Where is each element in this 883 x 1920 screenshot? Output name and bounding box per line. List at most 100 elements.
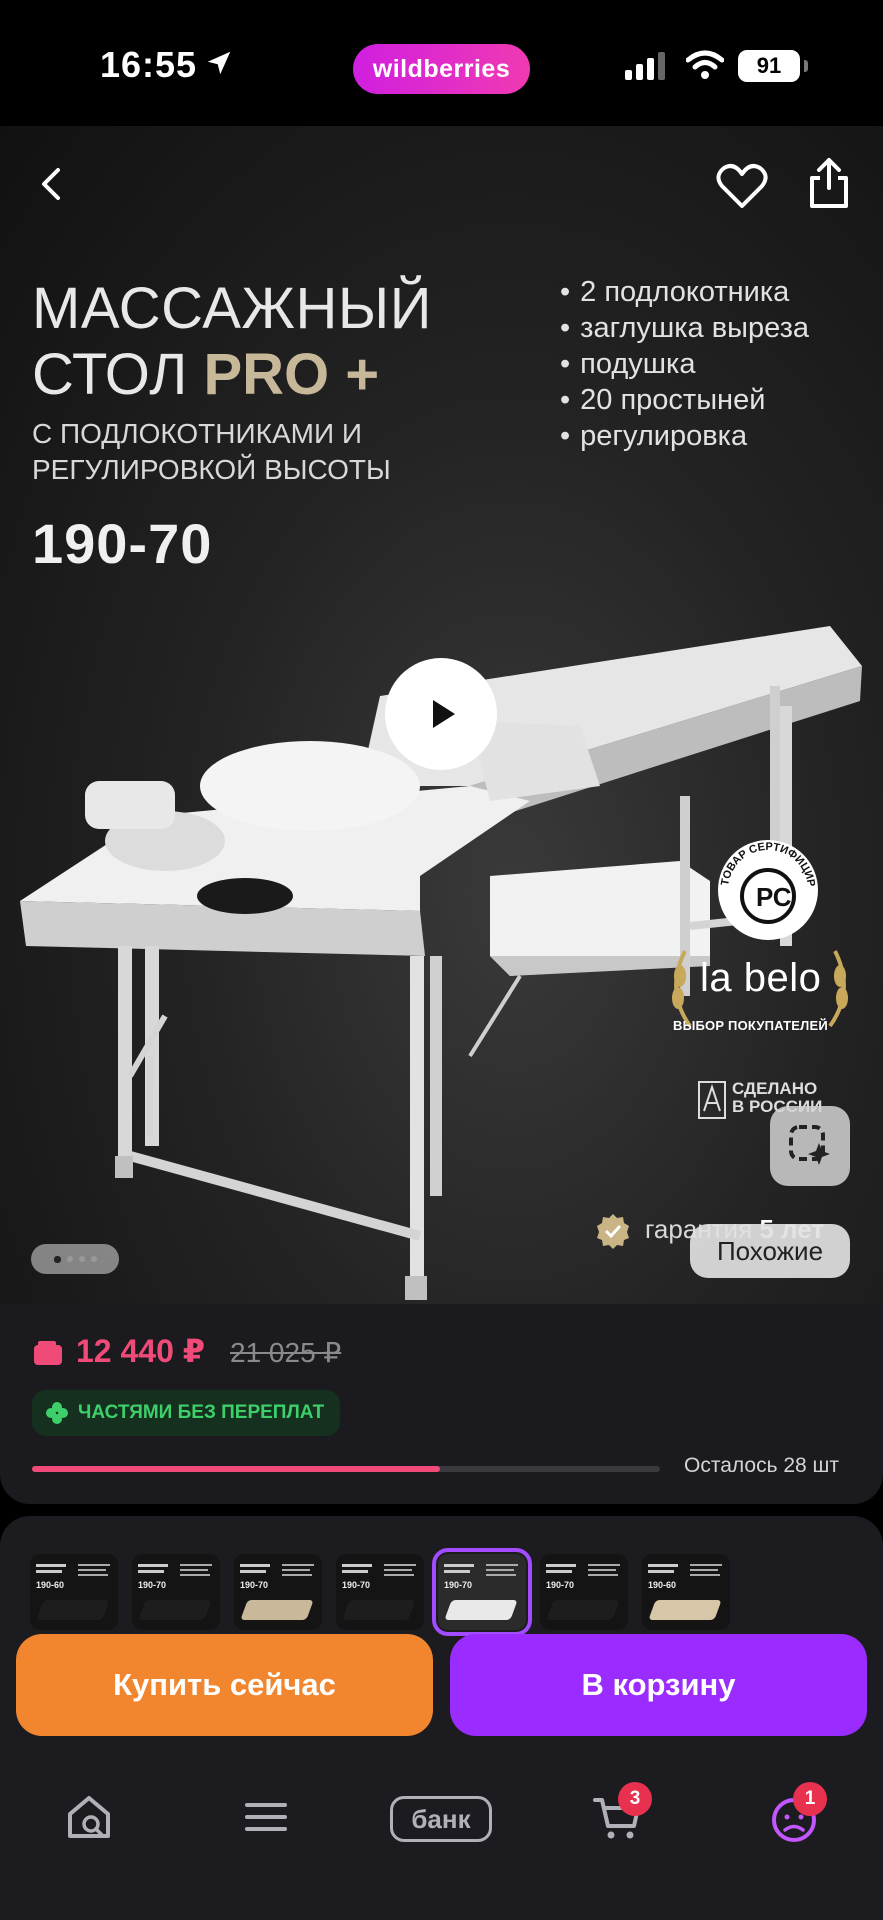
home-search-icon[interactable] [64,1792,114,1842]
thumb-text-line [588,1564,620,1566]
stock-progress-fill [32,1466,441,1472]
back-arrow-icon[interactable] [30,162,74,206]
feature-item: регулировка [560,418,809,454]
buy-now-label: Купить сейчас [113,1667,336,1702]
variant-thumbnail[interactable]: 190-60 [642,1554,730,1630]
installments-badge[interactable]: ЧАСТЯМИ БЕЗ ПЕРЕПЛАТ [32,1390,341,1436]
variant-thumbnail[interactable]: 190-60 [30,1554,118,1630]
thumb-text-line [282,1569,310,1571]
cart-badge: 3 [618,1782,652,1816]
installments-label: ЧАСТЯМИ БЕЗ ПЕРЕПЛАТ [78,1402,325,1423]
thumbnail-preview: 190-70 [336,1554,424,1630]
product-size: 190-70 [32,512,213,575]
feature-item: заглушка выреза [560,310,809,346]
price-card: 12 440 ₽ 21 025 ₽ ЧАСТЯМИ БЕЗ ПЕРЕПЛАТ О… [0,1304,883,1504]
feature-item: 2 подлокотника [560,274,809,310]
title-prefix: СТОЛ [32,342,188,407]
thumb-text-line [36,1570,62,1573]
gallery-dot [53,1255,61,1263]
location-arrow-icon [207,51,231,75]
product-subtitle: С ПОДЛОКОТНИКАМИ И РЕГУЛИРОВКОЙ ВЫСОТЫ [32,418,391,485]
current-price: 12 440 ₽ [76,1333,206,1369]
similar-button[interactable]: Похожие [690,1224,850,1278]
thumb-text-line [138,1564,168,1567]
thumb-size-label: 190-70 [138,1580,167,1590]
add-to-cart-button[interactable]: В корзину [450,1634,867,1736]
thumb-text-line [282,1564,314,1566]
guarantee-badge-icon [597,1214,629,1249]
thumb-text-line [648,1570,674,1573]
thumb-text-line [78,1564,110,1566]
brand-subtitle: ВЫБОР ПОКУПАТЕЛЕЙ [673,1018,828,1033]
thumb-table-shape [444,1600,518,1620]
thumb-text-line [282,1574,312,1576]
title-brand: PRO + [203,342,380,407]
battery-level: 91 [756,53,782,78]
thumb-table-shape [648,1600,722,1620]
thumb-text-line [138,1570,164,1573]
thumbnail-preview: 190-70 [234,1554,322,1630]
thumb-text-line [180,1564,212,1566]
variant-thumbnail[interactable]: 190-70 [234,1554,322,1630]
thumb-text-line [384,1569,412,1571]
feature-list: 2 подлокотника заглушка выреза подушка 2… [560,274,809,454]
variant-thumbnail[interactable]: 190-70 [132,1554,220,1630]
variant-thumbnail[interactable]: 190-70 [336,1554,424,1630]
bottom-panel: 190-60 190-70 190-70 190-70 190-70 190-70 190-… [0,1516,883,1920]
thumb-text-line [588,1569,616,1571]
thumb-size-label: 190-60 [648,1580,677,1590]
product-gallery[interactable]: МАССАЖНЫЙ СТОЛ PRO + С ПОДЛОКОТНИКАМИ И … [0,126,883,1304]
thumb-table-shape [138,1600,212,1620]
thumb-text-line [342,1570,368,1573]
thumb-text-line [180,1574,210,1576]
product-title-line1: МАССАЖНЫЙ [32,276,432,341]
app-pill-label: wildberries [372,54,511,83]
thumbnail-preview: 190-70 [438,1554,526,1630]
thumbnail-preview: 190-60 [30,1554,118,1630]
thumb-table-shape [240,1600,314,1620]
status-bar: 16:55 wildberries 91 [0,0,883,126]
ai-search-button[interactable] [770,1106,850,1186]
wallet-icon [34,1341,62,1365]
heart-icon[interactable] [716,162,768,210]
play-video-button[interactable] [385,658,497,770]
thumb-size-label: 190-60 [36,1580,65,1590]
menu-icon[interactable] [243,1792,289,1842]
add-to-cart-label: В корзину [581,1667,736,1702]
thumbnail-preview: 190-60 [642,1554,730,1630]
thumb-table-shape [342,1600,416,1620]
thumb-text-line [690,1574,720,1576]
made-in-line1: СДЕЛАНО [732,1079,818,1098]
thumb-text-line [546,1570,572,1573]
play-icon [433,700,455,728]
gallery-dot [78,1256,85,1262]
thumbnail-preview: 190-70 [540,1554,628,1630]
thumb-text-line [648,1564,678,1567]
feature-item: 20 простыней [560,382,809,418]
thumb-text-line [690,1564,722,1566]
thumb-size-label: 190-70 [240,1580,269,1590]
thumb-text-line [444,1564,474,1567]
buy-now-button[interactable]: Купить сейчас [16,1634,433,1736]
thumb-text-line [342,1564,372,1567]
bottom-tab-bar: банк 3 1 [0,1770,883,1920]
thumb-text-line [486,1574,516,1576]
gallery-dot [90,1256,97,1262]
bank-label: банк [411,1803,471,1834]
stock-remaining: Осталось 28 шт [684,1454,839,1477]
stock-progress-bar [32,1466,660,1472]
clock: 16:55 [100,44,198,85]
thumb-table-shape [36,1600,110,1620]
wildberries-app-pill[interactable]: wildberries [353,44,530,94]
feature-item: подушка [560,346,809,382]
thumbnail-preview: 190-70 [132,1554,220,1630]
old-price: 21 025 ₽ [230,1337,342,1368]
variant-thumbnail[interactable]: 190-70 [432,1548,532,1636]
gallery-dot [66,1256,73,1262]
thumb-text-line [486,1564,518,1566]
gallery-pagination [31,1244,119,1274]
share-icon[interactable] [806,156,852,210]
bank-tab[interactable]: банк [390,1796,492,1842]
clover-icon [46,1402,68,1424]
variant-thumbnail[interactable]: 190-70 [540,1554,628,1630]
